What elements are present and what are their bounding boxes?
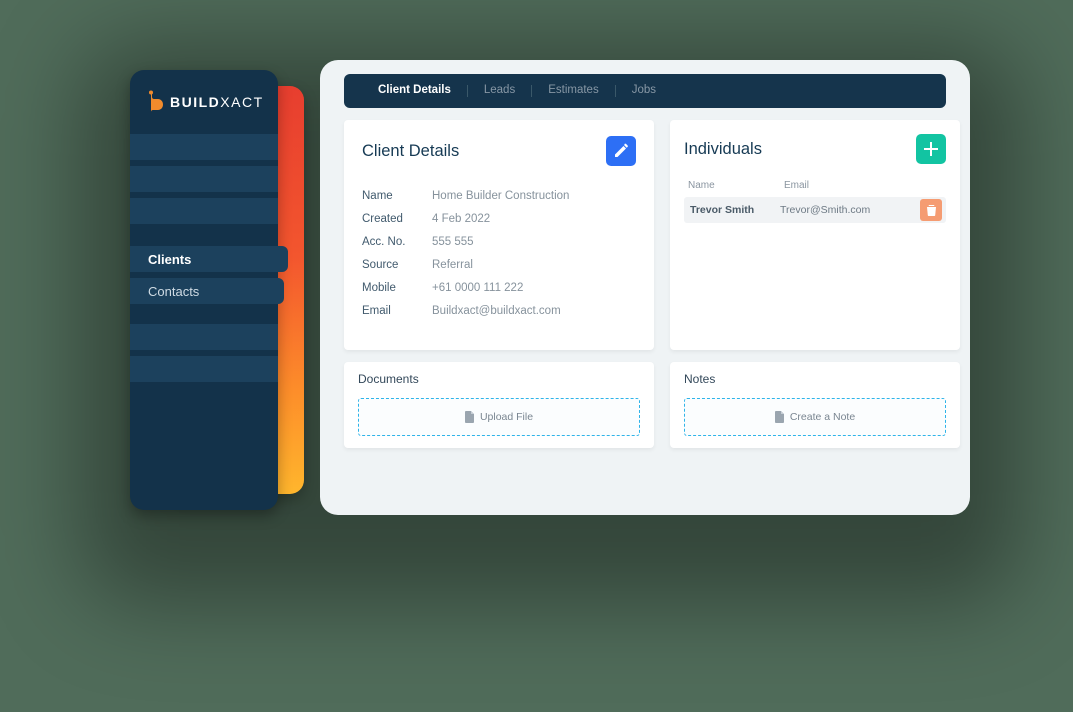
individuals-title: Individuals (684, 140, 762, 159)
detail-label: Mobile (362, 282, 432, 294)
tab-estimates[interactable]: Estimates (532, 85, 616, 97)
delete-individual-button[interactable] (920, 199, 942, 221)
sidebar-item[interactable] (130, 324, 278, 350)
detail-row: Acc. No.555 555 (362, 230, 636, 253)
trash-icon (926, 204, 937, 216)
detail-label: Created (362, 213, 432, 225)
tab-client-details[interactable]: Client Details (362, 85, 468, 97)
main-panel: Client Details Leads Estimates Jobs Clie… (320, 60, 970, 515)
individual-name: Trevor Smith (690, 204, 780, 216)
brand-logo: BUILDXACT (130, 86, 278, 128)
sidebar-nav: Clients Contacts (130, 134, 278, 382)
documents-card: Documents Upload File (344, 362, 654, 448)
tab-jobs[interactable]: Jobs (616, 85, 672, 97)
documents-title: Documents (358, 372, 640, 386)
create-note-button[interactable]: Create a Note (684, 398, 946, 436)
note-icon (775, 411, 785, 423)
sidebar-item[interactable] (130, 134, 278, 160)
individuals-header: Name Email (684, 180, 946, 197)
client-details-title: Client Details (362, 142, 459, 161)
detail-value: Home Builder Construction (432, 190, 569, 202)
individual-row[interactable]: Trevor Smith Trevor@Smith.com (684, 197, 946, 223)
sidebar-item[interactable] (130, 166, 278, 192)
detail-label: Source (362, 259, 432, 271)
tab-bar: Client Details Leads Estimates Jobs (344, 74, 946, 108)
upload-file-label: Upload File (480, 411, 533, 423)
detail-label: Name (362, 190, 432, 202)
sidebar-item-contacts[interactable]: Contacts (130, 278, 284, 304)
individuals-col-email: Email (784, 180, 942, 191)
detail-value: 4 Feb 2022 (432, 213, 490, 225)
individuals-card: Individuals Name Email Trevor Smith Trev… (670, 120, 960, 350)
edit-button[interactable] (606, 136, 636, 166)
detail-label: Acc. No. (362, 236, 432, 248)
detail-row: Mobile+61 0000 111 222 (362, 276, 636, 299)
brand-text: BUILDXACT (170, 94, 264, 110)
app-window: Client Details Leads Estimates Jobs Clie… (130, 60, 970, 515)
notes-title: Notes (684, 372, 946, 386)
brand-bold: BUILD (170, 94, 220, 110)
sidebar-item-clients[interactable]: Clients (130, 246, 288, 272)
client-details-card: Client Details NameHome Builder Construc… (344, 120, 654, 350)
logo-icon (148, 90, 166, 114)
sidebar: BUILDXACT Clients Contacts (130, 70, 278, 510)
detail-row: EmailBuildxact@buildxact.com (362, 299, 636, 322)
pencil-icon (613, 143, 629, 159)
plus-icon (924, 142, 938, 156)
sidebar-item[interactable] (130, 198, 278, 224)
client-details-table: NameHome Builder Construction Created4 F… (362, 184, 636, 322)
detail-value: Referral (432, 259, 473, 271)
add-individual-button[interactable] (916, 134, 946, 164)
tab-leads[interactable]: Leads (468, 85, 532, 97)
detail-value: 555 555 (432, 236, 474, 248)
file-icon (465, 411, 475, 423)
detail-row: NameHome Builder Construction (362, 184, 636, 207)
individual-email: Trevor@Smith.com (780, 204, 920, 216)
create-note-label: Create a Note (790, 411, 855, 423)
detail-label: Email (362, 305, 432, 317)
brand-light: XACT (220, 94, 263, 110)
notes-card: Notes Create a Note (670, 362, 960, 448)
upload-file-button[interactable]: Upload File (358, 398, 640, 436)
detail-value: +61 0000 111 222 (432, 282, 523, 294)
detail-row: SourceReferral (362, 253, 636, 276)
individuals-col-name: Name (688, 180, 784, 191)
detail-value: Buildxact@buildxact.com (432, 305, 561, 317)
sidebar-item[interactable] (130, 356, 278, 382)
detail-row: Created4 Feb 2022 (362, 207, 636, 230)
